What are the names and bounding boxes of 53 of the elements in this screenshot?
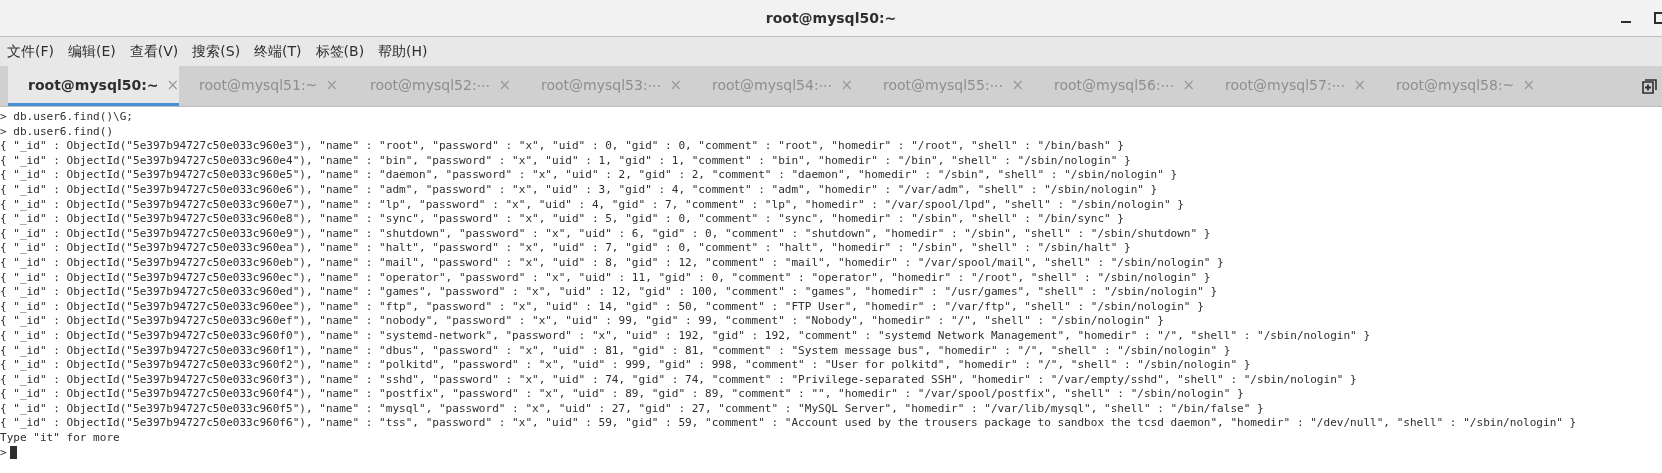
terminal-line: > db.user6.find()\G; (0, 110, 135, 125)
menu-item[interactable]: 搜索(S) (191, 42, 242, 61)
terminal-line: { "_id" : ObjectId("5e397b94727c50e033c960e8"), "name" : "sync", "password" : "x", "uid" : 5, "gid" : 0, "comment" : "sync", "homedir" : "/sbin", "shell" : "/bin/sync" } (0, 212, 1125, 227)
tab[interactable]: root@mysql51:~ × (179, 66, 350, 106)
terminal-line: { "_id" : ObjectId("5e397b94727c50e033c960e5"), "name" : "daemon", "password" : "x", "uid" : 2, "gid" : 2, "comment" : "daemon", "homedir" : "/sbin", "shell" : "/sbin/nologin" } (0, 168, 1179, 183)
close-button[interactable]: × (1182, 75, 1196, 94)
window-title: root@mysql50:~ (765, 10, 897, 26)
tab[interactable]: root@mysql56:⋯ × (1034, 66, 1205, 106)
terminal-line: { "_id" : ObjectId("5e397b94727c50e033c960e6"), "name" : "adm", "password" : "x", "uid" : 3, "gid" : 4, "comment" : "adm", "homedir" : "/var/adm", "shell" : "/sbin/nologin" } (0, 182, 1159, 198)
close-button[interactable]: × (669, 75, 683, 94)
close-button[interactable]: × (1011, 75, 1025, 94)
terminal-line: { "_id" : ObjectId("5e397b94727c50e033c960e4"), "name" : "bin", "password" : "x", "uid" : 1, "gid" : 1, "comment" : "bin", "homedir" : "/bin", "shell" : "/sbin/nologin" } (0, 153, 1132, 169)
terminal-line: { "_id" : ObjectId("5e397b94727c50e033c960f0"), "name" : "systemd-network", "password" : "x", "uid" : 192, "gid" : 192, "comment" : "systemd Network Management", "homedir" : "/", "shell" : "/sbin/nologin" } (0, 328, 1372, 344)
menu-item[interactable]: 帮助(H) (377, 42, 429, 61)
tab[interactable]: root@mysql50:~ × (8, 66, 179, 106)
maximize-icon[interactable] (1654, 12, 1662, 24)
terminal-line: { "_id" : ObjectId("5e397b94727c50e033c960eb"), "name" : "mail", "password" : "x", "uid" : 8, "gid" : 12, "comment" : "mail", "homedir" : "/var/spool/mail", "shell" : "/sbin/nologin" } (0, 255, 1225, 271)
tab[interactable]: root@mysql52:⋯ × (350, 66, 521, 106)
terminal-line: { "_id" : ObjectId("5e397b94727c50e033c960e7"), "name" : "lp", "password" : "x", "uid" : 4, "gid" : 7, "comment" : "lp", "homedir" : "/var/spool/lpd", "shell" : "/sbin/nologin" } (0, 197, 1185, 213)
terminal-line: { "_id" : ObjectId("5e397b94727c50e033c960ec"), "name" : "operator", "password" : "x", "uid" : 11, "gid" : 0, "comment" : "operator", "homedir" : "/root", "shell" : "/sbin/nologin" } (0, 270, 1212, 286)
menu-item[interactable]: 文件(F) (6, 42, 55, 61)
close-button[interactable]: × (166, 75, 180, 94)
terminal-line: { "_id" : ObjectId("5e397b94727c50e033c960ea"), "name" : "halt", "password" : "x", "uid" : 7, "gid" : 0, "comment" : "halt", "homedir" : "/sbin", "shell" : "/sbin/halt" } (0, 241, 1132, 256)
tab[interactable]: root@mysql53:⋯ × (521, 66, 692, 106)
menu-item[interactable]: 编辑(E) (67, 42, 117, 61)
terminal-line: { "_id" : ObjectId("5e397b94727c50e033c960f4"), "name" : "postfix", "password" : "x", "uid" : 89, "gid" : 89, "comment" : "", "homedir" : "/var/spool/postfix", "shell" : "/sbin/nologin" } (0, 387, 1245, 402)
terminal-line: { "_id" : ObjectId("5e397b94727c50e033c960f5"), "name" : "mysql", "password" : "x", "uid" : 27, "gid" : 27, "comment" : "MySQL Server", "homedir" : "/var/lib/mysql", "shell" : "/bin/false" } (0, 401, 1265, 417)
terminal-line: { "_id" : ObjectId("5e397b94727c50e033c960ee"), "name" : "ftp", "password" : "x", "uid" : 14, "gid" : 50, "comment" : "FTP User", "homedir" : "/var/ftp", "shell" : "/sbin/nologin" } (0, 299, 1205, 315)
terminal-line: { "_id" : ObjectId("5e397b94727c50e033c960ed"), "name" : "games", "password" : "x", "uid" : 12, "gid" : 100, "comment" : "games", "homedir" : "/usr/games", "shell" : "/sbin/nologin" } (0, 285, 1219, 300)
terminal-line: { "_id" : ObjectId("5e397b94727c50e033c960f1"), "name" : "dbus", "password" : "x", "uid" : 81, "gid" : 81, "comment" : "System message bus", "homedir" : "/", "shell" : "/sbin/nologin" } (0, 343, 1232, 359)
terminal-line: > db.user6.find() (0, 124, 115, 140)
tab[interactable]: root@mysql55:⋯ × (863, 66, 1034, 106)
menu-item[interactable]: 查看(V) (128, 42, 180, 61)
tab[interactable]: root@mysql54:⋯ × (692, 66, 863, 106)
close-button[interactable]: × (1522, 75, 1535, 94)
prompt-symbol: > (0, 445, 7, 461)
terminal-line: { "_id" : ObjectId("5e397b94727c50e033c960e9"), "name" : "shutdown", "password" : "x", "uid" : 6, "gid" : 0, "comment" : "shutdown", "homedir" : "/sbin", "shell" : "/sbin/shutdown" } (0, 226, 1212, 242)
close-button[interactable]: × (325, 75, 338, 94)
close-button[interactable]: × (498, 75, 512, 94)
terminal-line: { "_id" : ObjectId("5e397b94727c50e033c960e3"), "name" : "root", "password" : "x", "uid" : 0, "gid" : 0, "comment" : "root", "homedir" : "/root", "shell" : "/bin/bash" } (0, 139, 1125, 154)
terminal-line: { "_id" : ObjectId("5e397b94727c50e033c960f3"), "name" : "sshd", "password" : "x", "uid" : 74, "gid" : 74, "comment" : "Privilege-separated SSH", "homedir" : "/var/empty/sshd", "shell" : "/sbin/nologin" } (0, 372, 1358, 388)
tab[interactable]: root@mysql57:⋯ × (1205, 66, 1376, 106)
text-cursor (9, 446, 17, 460)
close-button[interactable]: × (840, 75, 854, 94)
terminal-line: { "_id" : ObjectId("5e397b94727c50e033c960f6"), "name" : "tss", "password" : "x", "uid" : 59, "gid" : 59, "comment" : "Account used by the trousers package to sandbox the tcsd daemon", "homedir" : "/dev/null", "shell" : "/sbin/nologin" } (0, 416, 1578, 432)
terminal-line: { "_id" : ObjectId("5e397b94727c50e033c960ef"), "name" : "nobody", "password" : "x", "uid" : 99, "gid" : 99, "comment" : "Nobody", "homedir" : "/", "shell" : "/sbin/nologin" } (0, 314, 1165, 329)
tab[interactable]: root@mysql58:~ × (1376, 66, 1547, 106)
new-tab-icon[interactable] (1642, 78, 1658, 94)
menu-item[interactable]: 终端(T) (253, 42, 303, 61)
terminal-line: { "_id" : ObjectId("5e397b94727c50e033c960f2"), "name" : "polkitd", "password" : "x", "uid" : 999, "gid" : 998, "comment" : "User for polkitd", "homedir" : "/", "shell" : "/sbin/nologin" } (0, 358, 1252, 373)
close-button[interactable]: × (1353, 75, 1367, 94)
menu-item[interactable]: 标签(B) (314, 42, 366, 61)
terminal-line: Type "it" for more (0, 431, 121, 446)
